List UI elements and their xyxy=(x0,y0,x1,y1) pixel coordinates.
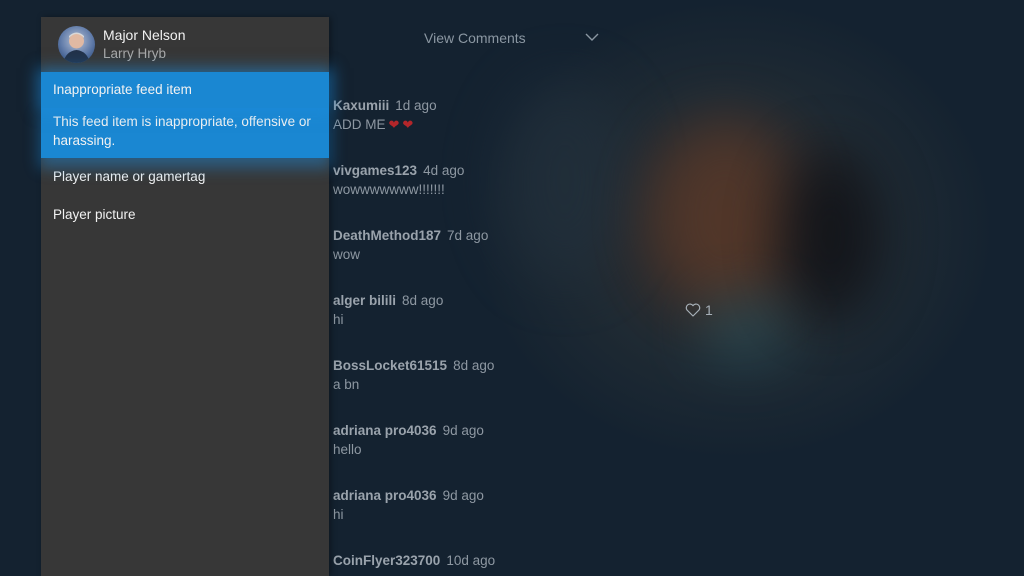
view-comments-label[interactable]: View Comments xyxy=(424,30,526,46)
background-blur xyxy=(700,300,790,360)
comment-text: hello xyxy=(333,442,362,457)
comment-item[interactable]: DeathMethod187 7d ago wow xyxy=(333,228,633,262)
comment-time: 9d ago xyxy=(442,423,484,438)
comment-user: DeathMethod187 xyxy=(333,228,442,243)
report-panel: Major Nelson Larry Hryb Inappropriate fe… xyxy=(41,17,329,576)
option-player-picture[interactable]: Player picture xyxy=(41,207,329,222)
comment-time: 4d ago xyxy=(423,163,465,178)
comment-item[interactable]: BossLocket61515 8d ago a bn xyxy=(333,358,633,392)
comment-item[interactable]: adriana pro4036 9d ago hello xyxy=(333,423,633,457)
comment-user: BossLocket61515 xyxy=(333,358,448,373)
heart-outline-icon xyxy=(685,303,701,317)
comment-time: 7d ago xyxy=(447,228,489,243)
comment-user: alger bilili xyxy=(333,293,397,308)
chevron-down-icon[interactable] xyxy=(585,30,599,44)
option-description: This feed item is inappropriate, offensi… xyxy=(41,108,329,158)
like-button[interactable]: 1 xyxy=(685,302,713,318)
comment-text: hi xyxy=(333,507,344,522)
comment-time: 1d ago xyxy=(395,98,437,113)
comment-time: 10d ago xyxy=(446,553,496,568)
screen: View Comments Kaxumiii 1d ago ADD ME ❤ ❤ vi… xyxy=(0,0,1024,576)
comment-text: a bn xyxy=(333,377,360,392)
profile-real-name: Larry Hryb xyxy=(103,46,167,61)
comment-item[interactable]: Kaxumiii 1d ago ADD ME ❤ ❤ xyxy=(333,98,633,133)
comment-time: 8d ago xyxy=(402,293,444,308)
comment-text: wowwwwwww!!!!!!! xyxy=(333,182,445,197)
avatar xyxy=(58,26,95,63)
comment-time: 9d ago xyxy=(442,488,484,503)
avatar-picture xyxy=(63,32,90,63)
comment-user: vivgames123 xyxy=(333,163,418,178)
comment-item[interactable]: alger bilili 8d ago hi xyxy=(333,293,633,327)
heart-icon: ❤ xyxy=(402,117,414,132)
comment-text: hi xyxy=(333,312,344,327)
comment-item[interactable]: vivgames123 4d ago wowwwwwww!!!!!!! xyxy=(333,163,633,197)
heart-icon: ❤ xyxy=(388,117,400,132)
profile-header: Major Nelson Larry Hryb xyxy=(41,17,329,73)
comment-item[interactable]: adriana pro4036 9d ago hi xyxy=(333,488,633,522)
background-blur xyxy=(650,120,800,310)
comment-user: Kaxumiii xyxy=(333,98,390,113)
comment-user: adriana pro4036 xyxy=(333,423,437,438)
comment-time: 8d ago xyxy=(453,358,495,373)
background-blur xyxy=(780,150,880,320)
comment-text: ADD ME xyxy=(333,117,386,132)
comment-user: adriana pro4036 xyxy=(333,488,437,503)
profile-gamertag: Major Nelson xyxy=(103,27,186,43)
option-inappropriate-feed-item[interactable]: Inappropriate feed item xyxy=(41,72,329,108)
comment-item[interactable]: CoinFlyer323700 10d ago xyxy=(333,553,633,571)
comment-user: CoinFlyer323700 xyxy=(333,553,441,568)
option-player-name[interactable]: Player name or gamertag xyxy=(41,169,329,184)
like-count: 1 xyxy=(705,302,713,318)
comment-text: wow xyxy=(333,247,361,262)
